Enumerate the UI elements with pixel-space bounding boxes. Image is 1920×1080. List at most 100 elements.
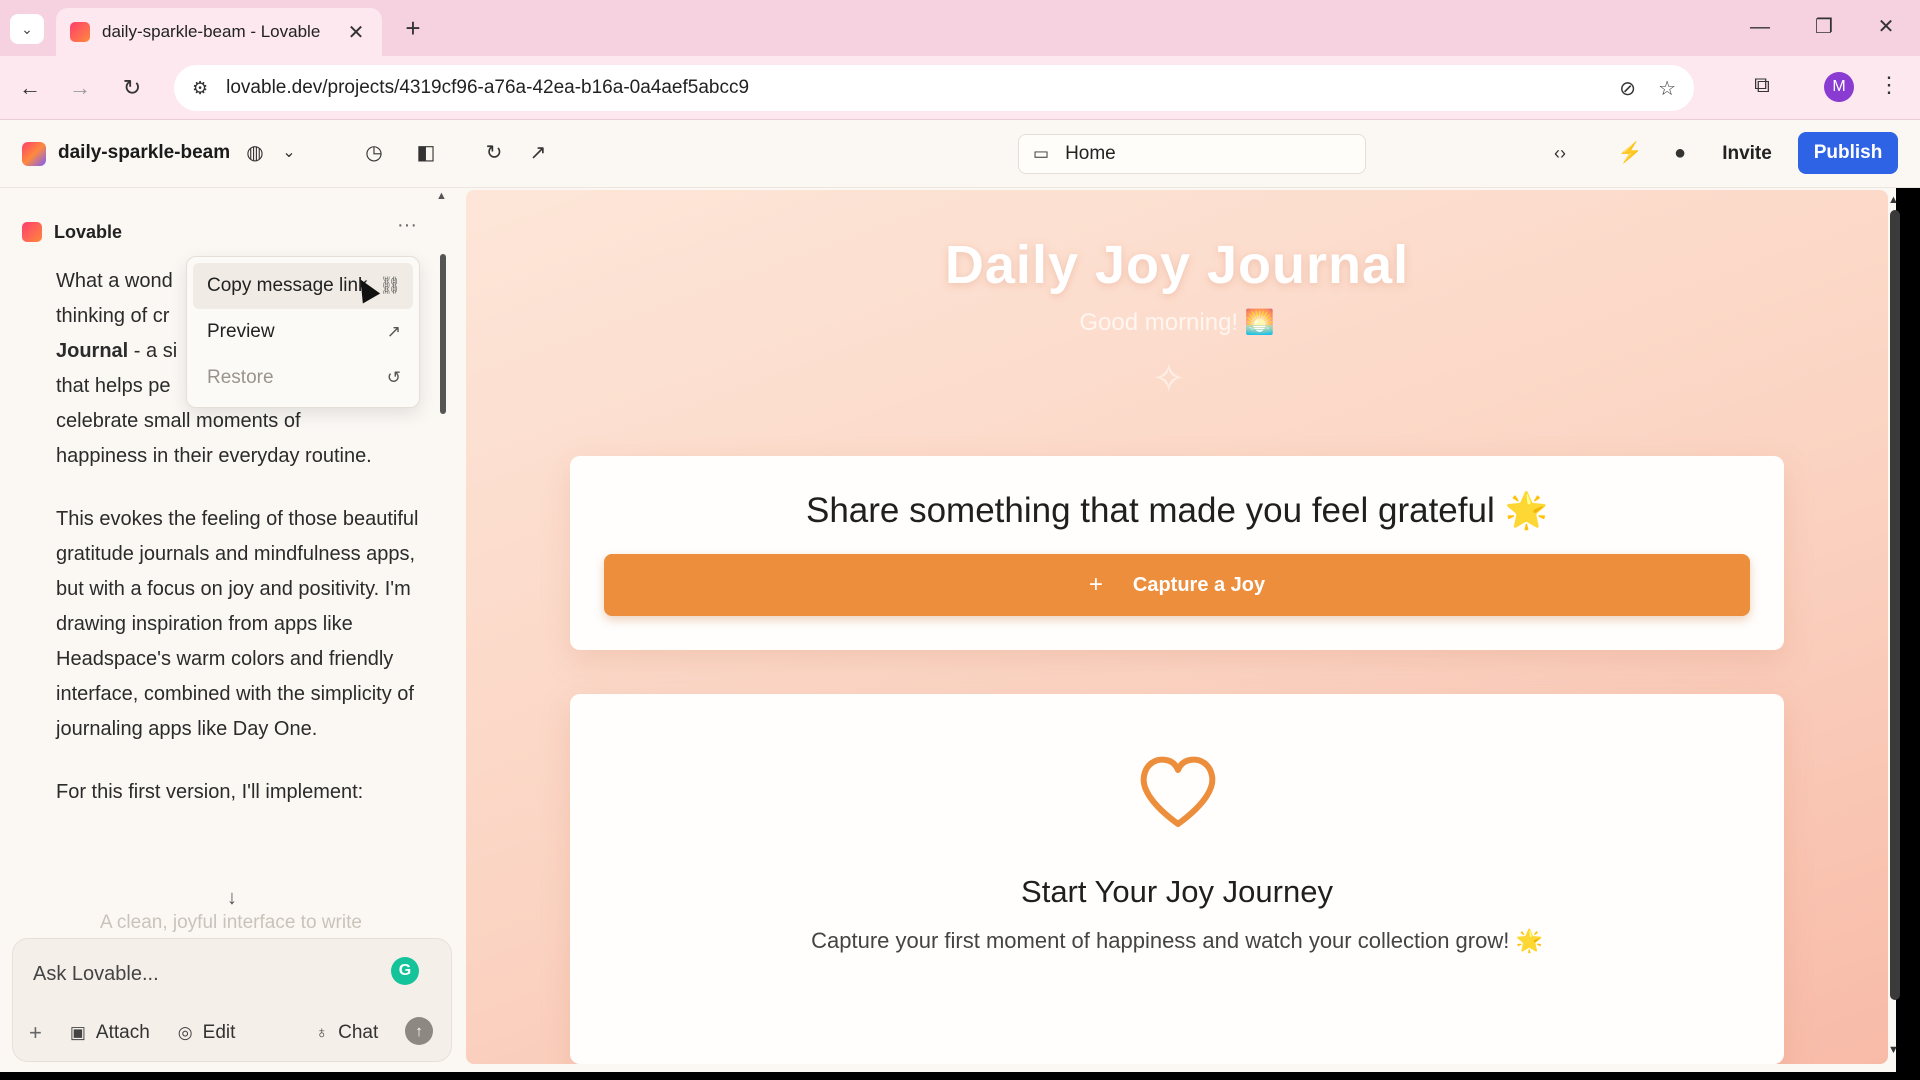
route-text: Home xyxy=(1065,143,1116,164)
reload-button[interactable]: ↻ xyxy=(116,72,148,104)
more-options-icon[interactable]: ··· xyxy=(394,214,420,237)
close-window-icon: ✕ xyxy=(1877,16,1895,38)
text-line: that helps pe xyxy=(56,375,171,397)
ask-input[interactable] xyxy=(33,959,373,989)
edit-label: Edit xyxy=(202,1022,236,1043)
scroll-up-arrow-icon[interactable]: ▲ xyxy=(1888,194,1899,206)
app-header: daily-sparkle-beam ◍ ⌄ ◷ ◧ ↻ ↗ ▭ Home ‹›… xyxy=(0,120,1920,188)
forward-button[interactable]: → xyxy=(64,72,96,104)
text-line: thinking of cr xyxy=(56,305,170,327)
arrow-up-right-icon: ↗ xyxy=(386,322,401,341)
send-button[interactable]: ↑ xyxy=(405,1017,433,1045)
faded-text: A clean, joyful interface to write xyxy=(100,912,362,933)
globe-icon[interactable]: ◍ xyxy=(241,140,269,166)
plus-icon[interactable]: + xyxy=(29,1020,42,1046)
text-line: celebrate small moments of xyxy=(56,410,301,432)
kebab-icon: ⋮ xyxy=(1878,72,1900,97)
arrow-right-icon: → xyxy=(69,75,91,100)
route-selector[interactable]: ▭ Home xyxy=(1018,134,1366,174)
restore-icon: ↺ xyxy=(386,368,401,387)
menu-item-preview[interactable]: Preview ↗ xyxy=(193,309,413,355)
attach-button[interactable]: ▣ Attach xyxy=(70,1022,150,1044)
message-paragraph: For this first version, I'll implement: xyxy=(56,781,364,803)
open-external-icon[interactable]: ↗ xyxy=(524,140,552,166)
chat-label: Chat xyxy=(338,1022,379,1043)
history-icon[interactable]: ◷ xyxy=(360,140,388,166)
browser-menu-button[interactable]: ⋮ xyxy=(1874,72,1904,98)
restore-window-button[interactable]: ❐ xyxy=(1804,12,1844,42)
capture-joy-button[interactable]: + Capture a Joy xyxy=(604,554,1750,616)
arrow-left-icon: ← xyxy=(19,75,41,100)
chat-scrollbar[interactable] xyxy=(440,254,446,414)
empty-state-title: Start Your Joy Journey xyxy=(1021,874,1333,909)
heart-icon xyxy=(1140,756,1216,827)
menu-item-label: Restore xyxy=(207,367,274,388)
back-button[interactable]: ← xyxy=(14,72,46,104)
message-author: Lovable xyxy=(54,222,123,242)
lightbulb-icon: ♁ xyxy=(315,1023,329,1042)
attach-label: Attach xyxy=(95,1022,150,1043)
tab-list-button[interactable]: ⌄ xyxy=(10,14,44,44)
url-text[interactable]: lovable.dev/projects/4319cf96-a76a-42ea-… xyxy=(226,77,1597,99)
text-line: What a wond xyxy=(56,270,173,292)
eye-off-icon[interactable]: ⊘ xyxy=(1619,76,1636,101)
sidebar-toggle-icon[interactable]: ◧ xyxy=(412,140,440,166)
menu-item-restore[interactable]: Restore ↺ xyxy=(193,355,413,401)
chat-input-box: G + ▣ Attach ◎ Edit ♁ Chat ↑ xyxy=(12,938,452,1062)
menu-item-copy-link[interactable]: Copy message link ⛓ xyxy=(193,263,413,309)
refresh-preview-icon[interactable]: ↻ xyxy=(480,140,508,166)
image-icon: ▣ xyxy=(69,1023,86,1042)
menu-item-label: Copy message link xyxy=(207,275,368,296)
chevron-down-icon[interactable]: ⌄ xyxy=(275,140,303,166)
new-tab-button[interactable]: + xyxy=(398,14,428,42)
publish-button[interactable]: Publish xyxy=(1798,132,1898,174)
browser-tab-active[interactable]: daily-sparkle-beam - Lovable ✕ xyxy=(56,8,382,56)
puzzle-icon: ⧉ xyxy=(1754,72,1770,97)
edit-button[interactable]: ◎ Edit xyxy=(178,1022,236,1044)
link-icon: ⛓ xyxy=(379,276,401,295)
prompt-title: Share something that made you feel grate… xyxy=(805,491,1549,530)
message-context-menu: Copy message link ⛓ Preview ↗ Restore ↺ xyxy=(186,256,420,408)
close-icon[interactable]: ✕ xyxy=(344,20,368,45)
code-icon[interactable]: ‹› xyxy=(1546,140,1574,166)
gratitude-prompt-card: Share something that made you feel grate… xyxy=(570,456,1784,650)
invite-button[interactable]: Invite xyxy=(1708,134,1786,174)
target-icon: ◎ xyxy=(177,1023,193,1042)
preview-title: Daily Joy Journal xyxy=(944,235,1410,295)
scroll-up-arrow-icon[interactable]: ▲ xyxy=(436,190,447,202)
app-preview: Daily Joy Journal Good morning! 🌅 ✧ Shar… xyxy=(466,190,1888,1064)
reload-icon: ↻ xyxy=(122,75,142,100)
minimize-icon: — xyxy=(1750,16,1770,38)
tab-title: daily-sparkle-beam - Lovable xyxy=(102,22,321,41)
monitor-icon: ▭ xyxy=(1033,144,1050,163)
lovable-logo-icon[interactable] xyxy=(22,142,46,166)
address-bar[interactable]: ⚙ lovable.dev/projects/4319cf96-a76a-42e… xyxy=(174,65,1694,111)
tune-icon[interactable]: ⚙ xyxy=(192,78,208,99)
star-icon[interactable]: ☆ xyxy=(1658,76,1676,101)
message-paragraph: This evokes the feeling of those beautif… xyxy=(56,508,419,740)
preview-scrollbar[interactable] xyxy=(1890,210,1900,1000)
menu-item-label: Preview xyxy=(207,321,275,342)
minimize-button[interactable]: — xyxy=(1740,12,1780,42)
chevron-down-icon: ⌄ xyxy=(21,20,33,37)
profile-avatar[interactable]: M xyxy=(1824,72,1854,102)
greeting-text: Good morning! 🌅 xyxy=(1079,309,1275,336)
chat-mode-button[interactable]: ♁ Chat xyxy=(315,1022,378,1044)
lightning-icon[interactable]: ⚡ xyxy=(1616,140,1644,166)
restore-window-icon: ❐ xyxy=(1815,16,1833,38)
extensions-button[interactable]: ⧉ xyxy=(1746,72,1778,98)
empty-state-text: Capture your first moment of happiness a… xyxy=(811,928,1543,953)
capture-joy-label: Capture a Joy xyxy=(1132,573,1266,596)
plus-icon: + xyxy=(1088,571,1103,598)
empty-state-card: Start Your Joy Journey Capture your firs… xyxy=(570,694,1784,1064)
project-name[interactable]: daily-sparkle-beam xyxy=(58,142,230,164)
scroll-down-arrow-icon[interactable]: ▼ xyxy=(1888,1044,1899,1056)
github-icon[interactable]: ● xyxy=(1666,140,1694,166)
close-window-button[interactable]: ✕ xyxy=(1866,12,1906,42)
plus-icon: + xyxy=(405,13,421,43)
lovable-logo-icon xyxy=(22,222,42,242)
text-line: happiness in their everyday routine. xyxy=(56,445,372,467)
scroll-to-bottom-button[interactable]: ↓ xyxy=(214,880,250,916)
sparkle-icon: ✧ xyxy=(1152,357,1186,401)
grammarly-icon[interactable]: G xyxy=(391,957,419,985)
